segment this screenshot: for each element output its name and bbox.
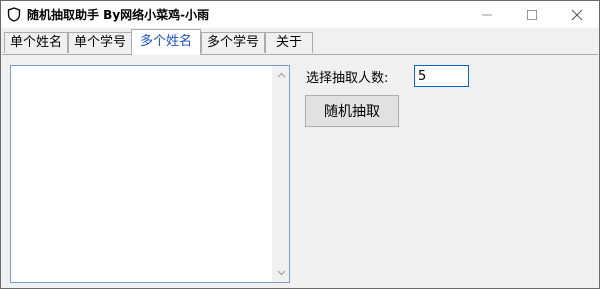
tab-about[interactable]: 关于 bbox=[265, 32, 313, 53]
pick-count-label: 选择抽取人数: bbox=[306, 71, 389, 86]
tab-panel-border bbox=[2, 54, 598, 55]
maximize-icon bbox=[527, 10, 537, 20]
tab-strip: 单个姓名 单个学号 多个姓名 多个学号 关于 bbox=[1, 28, 599, 55]
shield-icon bbox=[7, 7, 21, 22]
close-icon bbox=[571, 9, 583, 21]
maximize-button[interactable] bbox=[510, 1, 554, 28]
results-scrollbar[interactable] bbox=[272, 66, 289, 282]
scroll-down-icon[interactable] bbox=[277, 270, 286, 276]
app-window: 随机抽取助手 By网络小菜鸡-小雨 单个姓名 单个学号 多个姓名 多个学号 关于 bbox=[0, 0, 600, 289]
results-listbox[interactable] bbox=[10, 65, 290, 283]
window-title: 随机抽取助手 By网络小菜鸡-小雨 bbox=[27, 8, 210, 22]
minimize-button[interactable] bbox=[465, 1, 509, 28]
pick-count-input[interactable] bbox=[414, 65, 469, 87]
title-bar[interactable]: 随机抽取助手 By网络小菜鸡-小雨 bbox=[1, 1, 599, 28]
close-button[interactable] bbox=[555, 1, 599, 28]
tab-single-id[interactable]: 单个学号 bbox=[68, 32, 132, 53]
random-pick-button[interactable]: 随机抽取 bbox=[305, 95, 399, 127]
tab-single-name[interactable]: 单个姓名 bbox=[4, 32, 68, 53]
tab-multi-id[interactable]: 多个学号 bbox=[201, 32, 265, 53]
scroll-up-icon[interactable] bbox=[277, 72, 286, 78]
minimize-icon bbox=[482, 14, 492, 16]
tab-multi-name[interactable]: 多个姓名 bbox=[131, 29, 201, 55]
